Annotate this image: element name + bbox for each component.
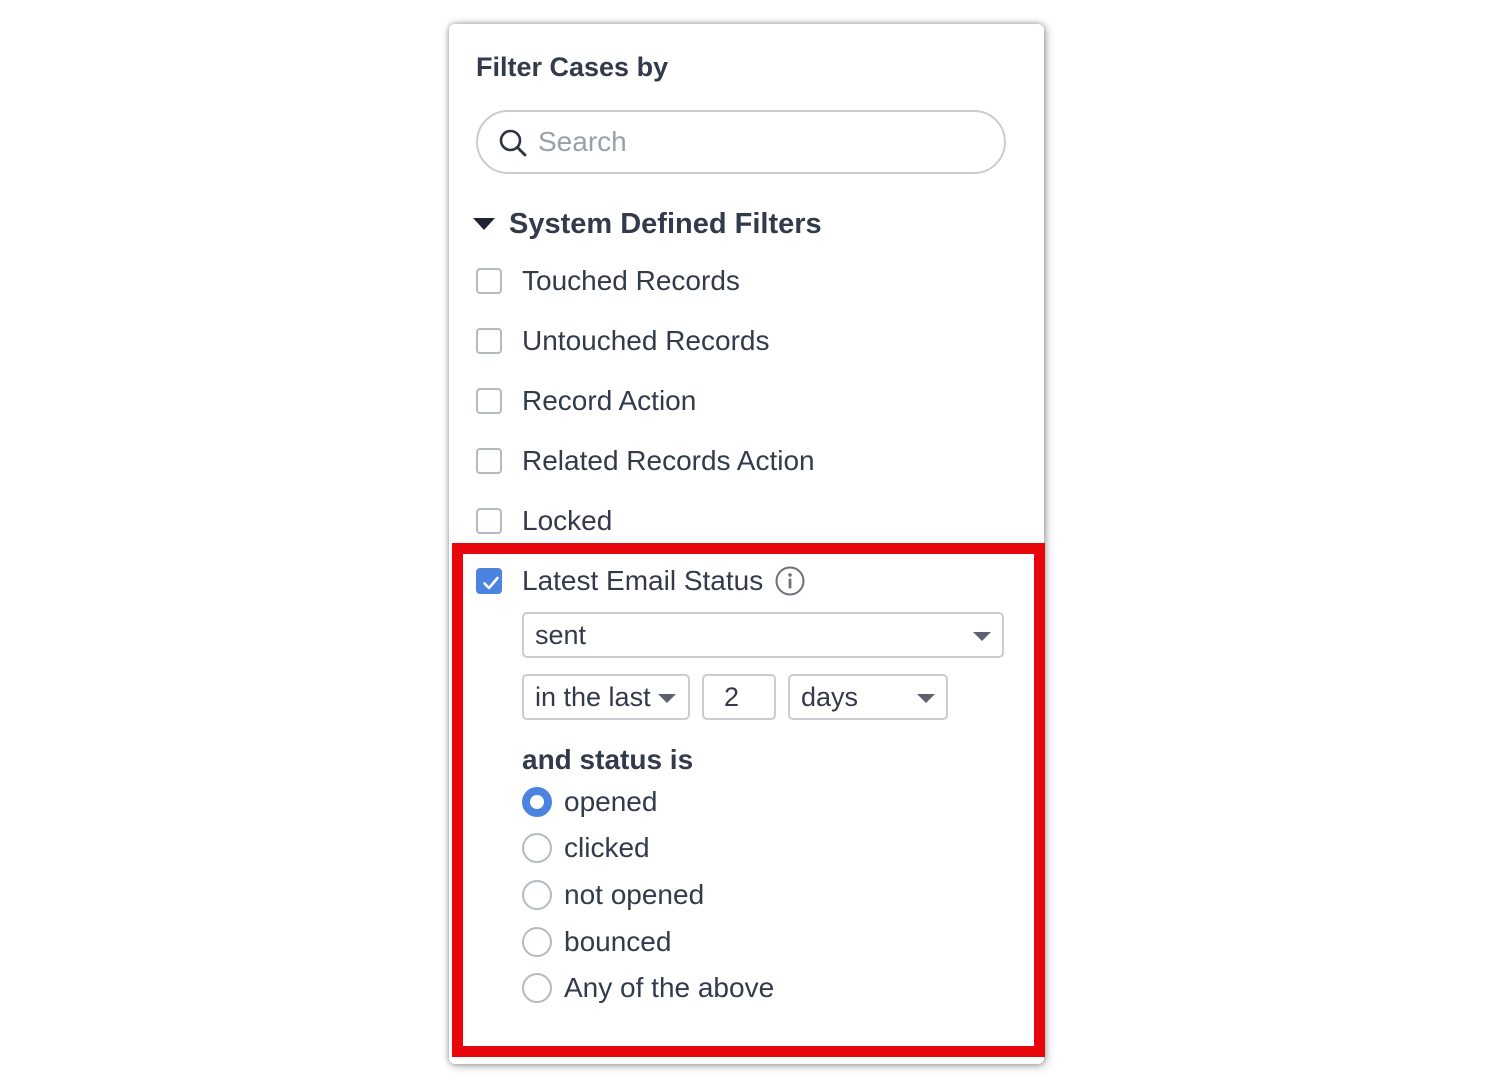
filter-touched-records[interactable]: Touched Records	[476, 264, 740, 298]
checkbox[interactable]	[476, 388, 502, 414]
checkbox[interactable]	[476, 508, 502, 534]
caret-down-icon	[473, 218, 495, 230]
search-box[interactable]	[476, 110, 1006, 174]
filter-locked[interactable]: Locked	[476, 504, 612, 538]
radio-label: clicked	[564, 832, 650, 863]
period-count-input[interactable]: 2	[702, 674, 776, 720]
filter-label: Record Action	[522, 385, 697, 416]
unit-select[interactable]: days	[788, 674, 948, 720]
radio-button[interactable]	[522, 880, 552, 910]
panel-title: Filter Cases by	[476, 52, 669, 82]
checkbox[interactable]	[476, 328, 502, 354]
dropdown-arrow-icon	[658, 694, 676, 703]
section-label: System Defined Filters	[509, 207, 822, 240]
info-icon[interactable]	[775, 566, 805, 596]
radio-button-selected[interactable]	[522, 787, 552, 817]
checkbox[interactable]	[476, 268, 502, 294]
radio-button[interactable]	[522, 973, 552, 1003]
radio-opened[interactable]: opened	[522, 785, 657, 819]
radio-label: Any of the above	[564, 972, 775, 1003]
input-value: 2	[724, 682, 740, 712]
radio-bounced[interactable]: bounced	[522, 925, 671, 959]
search-input[interactable]	[538, 122, 978, 162]
filter-record-action[interactable]: Record Action	[476, 384, 696, 418]
radio-button[interactable]	[522, 927, 552, 957]
status-heading: and status is	[522, 744, 694, 775]
period-select[interactable]: in the last	[522, 674, 690, 720]
radio-label: bounced	[564, 926, 672, 957]
radio-clicked[interactable]: clicked	[522, 831, 650, 865]
filter-label: Related Records Action	[522, 445, 815, 476]
filter-label: Locked	[522, 505, 613, 536]
radio-not-opened[interactable]: not opened	[522, 878, 704, 912]
filter-label: Touched Records	[522, 265, 740, 296]
email-event-select[interactable]: sent	[522, 612, 1004, 658]
checkbox-checked[interactable]	[476, 568, 502, 594]
filter-related-records-action[interactable]: Related Records Action	[476, 444, 815, 478]
select-value: days	[801, 682, 859, 712]
radio-label: opened	[564, 786, 658, 817]
dropdown-arrow-icon	[917, 694, 935, 703]
checkmark-icon	[483, 576, 499, 590]
select-value: sent	[535, 620, 587, 650]
radio-any-of-the-above[interactable]: Any of the above	[522, 971, 774, 1005]
system-defined-filters-toggle[interactable]: System Defined Filters	[473, 204, 822, 244]
checkbox[interactable]	[476, 448, 502, 474]
select-value: in the last	[535, 682, 651, 712]
search-icon	[499, 129, 527, 157]
filter-panel: Filter Cases by System Defined Filters T…	[449, 24, 1044, 1064]
filter-untouched-records[interactable]: Untouched Records	[476, 324, 769, 358]
filter-latest-email-status[interactable]: Latest Email Status	[476, 564, 805, 598]
dropdown-arrow-icon	[973, 632, 991, 641]
radio-label: not opened	[564, 879, 705, 910]
radio-button[interactable]	[522, 833, 552, 863]
filter-label: Untouched Records	[522, 325, 770, 356]
filter-label: Latest Email Status	[522, 565, 764, 596]
